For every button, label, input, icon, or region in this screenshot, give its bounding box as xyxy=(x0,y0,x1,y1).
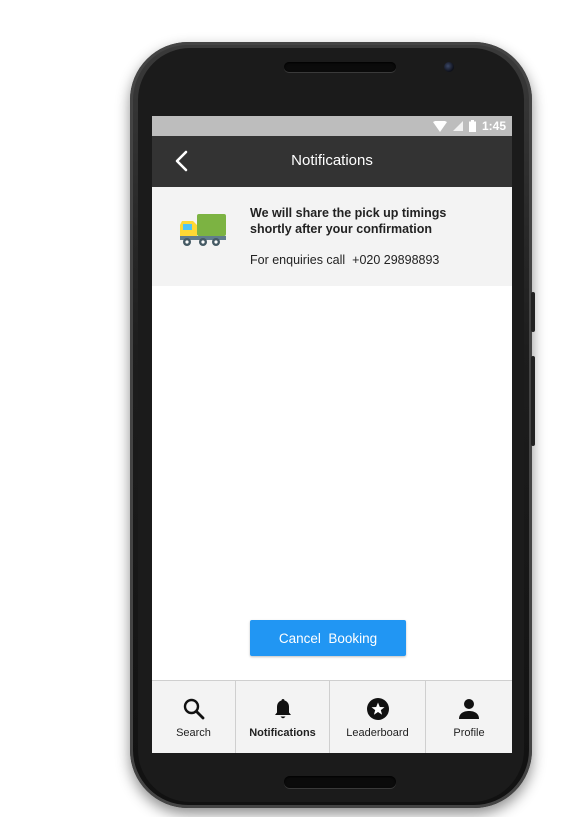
enquiry-line: For enquiries call +020 29898893 xyxy=(250,253,439,267)
nav-item-notifications[interactable]: Notifications xyxy=(236,681,330,753)
nav-item-leaderboard[interactable]: Leaderboard xyxy=(330,681,426,753)
status-time: 1:45 xyxy=(481,119,506,133)
nav-label-profile: Profile xyxy=(453,727,485,739)
nav-item-profile[interactable]: Profile xyxy=(426,681,512,753)
cancel-booking-button[interactable]: Cancel Booking xyxy=(250,620,406,656)
page-title: Notifications xyxy=(291,152,373,169)
nav-label-notifications: Notifications xyxy=(249,727,316,739)
phone-screen: 1:45 Notifications We will share the pic… xyxy=(152,116,512,753)
bell-icon xyxy=(274,699,291,719)
truck-icon xyxy=(180,214,226,246)
notification-message: We will share the pick up timings shortl… xyxy=(250,206,447,236)
power-button xyxy=(531,356,535,446)
status-bar: 1:45 xyxy=(152,116,512,136)
search-icon xyxy=(183,698,204,720)
enquiry-label: For enquiries call xyxy=(250,253,346,267)
volume-button xyxy=(531,292,535,332)
nav-label-search: Search xyxy=(176,727,211,739)
person-icon xyxy=(459,699,479,719)
bottom-speaker xyxy=(284,776,396,788)
top-speaker xyxy=(284,62,396,72)
notification-card: We will share the pick up timings shortl… xyxy=(152,187,512,286)
front-camera xyxy=(444,62,454,72)
nav-label-leaderboard: Leaderboard xyxy=(346,727,409,739)
wifi-icon xyxy=(432,120,447,132)
signal-icon xyxy=(452,121,463,131)
nav-item-search[interactable]: Search xyxy=(152,681,236,753)
enquiry-phone[interactable]: +020 29898893 xyxy=(352,253,439,267)
bottom-navigation: Search Notifications Leaderboard Profile xyxy=(152,680,512,753)
app-bar: Notifications xyxy=(152,136,512,187)
battery-icon xyxy=(468,120,476,132)
star-circle-icon xyxy=(366,698,389,720)
